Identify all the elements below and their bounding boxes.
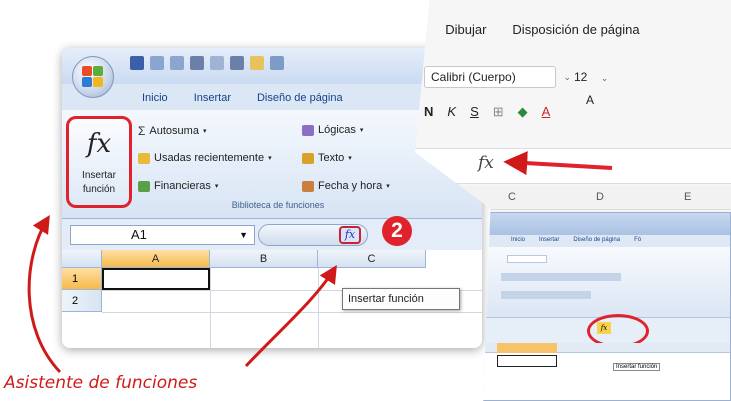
mini-insert-function-tooltip: Insertar función [613,363,661,371]
office-button[interactable] [72,56,114,98]
office-logo-icon [82,66,104,88]
menu-disposicion[interactable]: Disposición de página [512,22,639,37]
italic-button[interactable]: K [447,104,456,120]
fx-icon: fx [86,129,112,159]
chevron-down-icon: ⌄ [563,72,571,82]
underline-button[interactable]: S [470,104,479,120]
name-box[interactable]: A1 ▼ [70,225,255,245]
chevron-down-icon: ▾ [268,155,272,162]
font-a-icon[interactable] [190,56,204,70]
quick-access-toolbar [62,48,482,84]
question-book-icon [302,124,314,136]
formula-bar: A1 ▼ fx [62,218,482,250]
cell-a1[interactable] [102,268,210,290]
chevron-down-icon[interactable]: ▼ [239,226,248,244]
arrow-to-insert-function [27,214,62,374]
chevron-down-icon: ▾ [359,127,364,134]
tab-diseno-pagina[interactable]: Diseño de página [257,92,343,104]
formula-fx-button-new[interactable]: fx [478,153,494,173]
book-icon [138,180,150,192]
mini-excel-screenshot: Inicio Insertar Diseño de página Fó fx Inse… [480,212,731,401]
ribbon-tabs: Inicio Insertar Diseño de página [142,92,343,104]
menu-dibujar[interactable]: Dibujar [445,22,486,37]
chevron-down-icon: ▾ [348,155,352,162]
formula-bar-controls: fx [258,224,368,246]
formula-fx-button[interactable]: fx [339,226,361,244]
font-name-select[interactable]: Calibri (Cuerpo) ⌄ [424,66,571,88]
column-header-e-new[interactable]: E [684,191,691,203]
column-header-b[interactable]: B [210,250,318,268]
insert-function-tooltip: Insertar función [342,288,460,310]
group-caption: Biblioteca de funciones [231,200,325,210]
chevron-down-icon: ▾ [202,128,207,135]
step-2-badge: 2 [382,216,412,246]
text-a-icon [302,152,314,164]
tutorial-collage: Inicio Insertar Diseño de página fx Inse… [0,0,731,401]
caption-function-wizard: Asistente de funciones [4,373,198,393]
sigma-icon: Σ [138,124,146,138]
mini-ribbon [481,247,730,317]
autosum-button[interactable]: Σ Autosuma ▾ [138,124,206,138]
increase-font-icon[interactable]: A [586,93,594,107]
column-header-d-new[interactable]: D [596,191,604,203]
borders-icon[interactable]: ⊞ [493,104,504,120]
datetime-functions-button[interactable]: Fecha y hora ▾ [302,180,390,192]
save-icon[interactable] [130,56,144,70]
mini-ribbon-tabs: Inicio Insertar Diseño de página Fó [511,237,642,243]
column-header-a[interactable]: A [102,250,210,268]
column-headers-new: C D E [462,186,731,210]
fill-color-icon[interactable]: ◆ [518,104,528,120]
logical-functions-button[interactable]: Lógicas ▾ [302,124,363,136]
bold-button[interactable]: N [424,104,433,120]
menu-bar: sertar Dibujar Disposición de página [415,22,640,37]
menu-insertar[interactable]: sertar [415,22,419,37]
select-all-corner[interactable] [62,250,102,268]
insert-function-label: Insertar función [82,170,116,195]
font-a-icon-2[interactable] [230,56,244,70]
format-buttons: N K S ⊞ ◆ A [424,104,550,120]
text-functions-button[interactable]: Texto ▾ [302,152,352,164]
undo-icon[interactable] [150,56,164,70]
font-size-select[interactable]: 12 ⌄ A [574,66,614,107]
row-header-1[interactable]: 1 [62,268,102,290]
column-header-c-new[interactable]: C [508,191,516,203]
row-header-2[interactable]: 2 [62,290,102,312]
font-color-icon[interactable]: A [542,104,551,120]
tab-inicio[interactable]: Inicio [142,92,168,104]
chart-icon[interactable] [270,56,284,70]
recent-functions-button[interactable]: Usadas recientemente ▾ [138,152,272,164]
mini-grid [481,343,730,400]
chevron-down-icon: ⌄ [600,73,609,83]
clock-book-icon [302,180,314,192]
redo-icon[interactable] [170,56,184,70]
folder-icon[interactable] [250,56,264,70]
column-header-c[interactable]: C [318,250,426,268]
copy-icon[interactable] [210,56,224,70]
financial-functions-button[interactable]: Financieras ▾ [138,180,218,192]
tab-insertar[interactable]: Insertar [194,92,231,104]
star-icon [138,152,150,164]
chevron-down-icon: ▾ [214,183,219,190]
insert-function-button[interactable]: fx Insertar función [66,116,132,208]
chevron-down-icon: ▾ [386,183,390,190]
